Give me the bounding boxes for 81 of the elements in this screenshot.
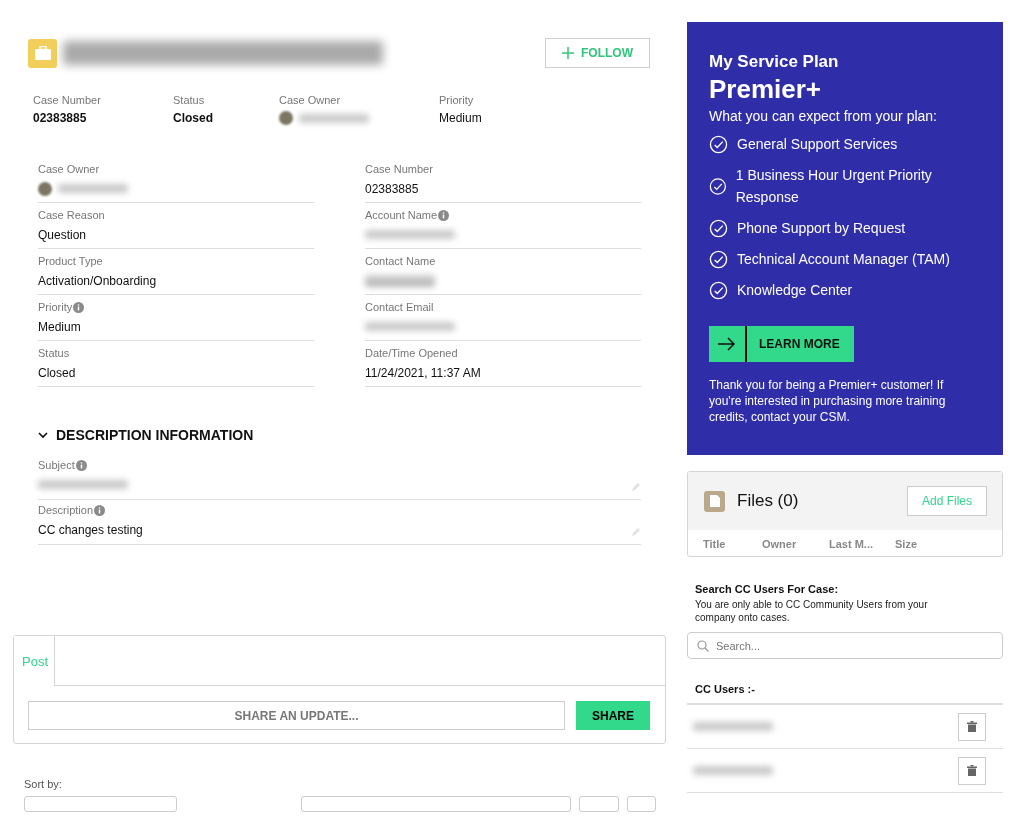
- field-value: 02383885: [365, 181, 419, 196]
- filter-button[interactable]: [579, 796, 619, 812]
- arrow-right-icon: [718, 337, 736, 351]
- field-label: Case Number: [33, 94, 102, 106]
- share-update-field[interactable]: SHARE AN UPDATE...: [28, 701, 565, 730]
- cc-search-field[interactable]: Search...: [687, 632, 1003, 659]
- field-value: Closed: [173, 111, 213, 125]
- plan-feature: Knowledge Center: [737, 281, 853, 300]
- briefcase-icon: [28, 38, 57, 68]
- info-icon: [75, 459, 87, 471]
- field-value: 11/24/2021, 11:37 AM: [365, 365, 481, 380]
- field-label: Description: [38, 504, 94, 516]
- check-circle-icon: [709, 249, 728, 269]
- column-header[interactable]: Owner: [762, 538, 829, 550]
- check-circle-icon: [709, 218, 728, 238]
- sort-dropdown[interactable]: [24, 796, 177, 812]
- plan-feature: Phone Support by Request: [737, 219, 906, 238]
- refresh-button[interactable]: [627, 796, 656, 812]
- delete-button[interactable]: [958, 712, 986, 741]
- field-label: Case Number: [365, 163, 433, 175]
- field-label: Account Name: [365, 209, 438, 221]
- field-value: CC changes testing: [38, 522, 143, 537]
- field-label: Priority: [38, 301, 73, 313]
- delete-button[interactable]: [958, 756, 986, 785]
- files-title: Files (0): [737, 491, 800, 511]
- field-label: Status: [173, 94, 206, 106]
- cc-search-note: You are only able to CC Community Users from your company onto cases.: [695, 598, 929, 624]
- plan-intro: What you can expect from your plan:: [709, 108, 938, 124]
- plus-icon: [562, 47, 574, 59]
- sort-label: Sort by:: [24, 778, 63, 790]
- field-label: Subject: [38, 459, 75, 471]
- field-label: Case Owner: [38, 163, 100, 175]
- info-icon: [73, 301, 85, 313]
- field-label: Product Type: [38, 255, 103, 267]
- plan-feature: Technical Account Manager (TAM): [737, 250, 950, 269]
- field-value: Activation/Onboarding: [38, 273, 157, 288]
- field-value: 02383885: [33, 111, 87, 125]
- plan-feature: General Support Services: [737, 135, 898, 154]
- pencil-icon[interactable]: [631, 482, 641, 492]
- cc-search-title: Search CC Users For Case:: [695, 583, 840, 595]
- avatar: [38, 181, 52, 196]
- follow-button[interactable]: FOLLOW: [545, 38, 650, 68]
- column-header[interactable]: Size: [895, 538, 935, 550]
- check-circle-icon: [709, 280, 728, 300]
- post-tab[interactable]: Post: [14, 636, 55, 686]
- trash-icon: [967, 721, 977, 732]
- info-icon: [94, 504, 106, 516]
- column-header[interactable]: Last M...: [829, 538, 895, 550]
- check-circle-icon: [709, 176, 727, 196]
- redacted-text: [58, 184, 128, 193]
- field-value: Closed: [38, 365, 76, 380]
- add-files-button[interactable]: Add Files: [906, 486, 987, 516]
- share-button[interactable]: SHARE: [576, 701, 650, 730]
- plan-name: Premier+: [709, 74, 823, 105]
- pencil-icon[interactable]: [631, 527, 641, 537]
- search-icon: [697, 640, 709, 652]
- info-icon: [438, 209, 450, 221]
- check-circle-icon: [709, 134, 728, 154]
- cc-users-title: CC Users :-: [687, 659, 1003, 705]
- field-label: Date/Time Opened: [365, 347, 458, 359]
- field-value: Question: [38, 227, 87, 242]
- section-title[interactable]: DESCRIPTION INFORMATION: [56, 427, 254, 443]
- field-label: Contact Name: [365, 255, 436, 267]
- plan-footer-text: Thank you for being a Premier+ customer! If you're interested in purchasing more training credits, contact your CSM.: [709, 377, 947, 425]
- field-label: Priority: [439, 94, 475, 106]
- learn-more-button[interactable]: LEARN MORE: [709, 326, 854, 362]
- field-label: Case Reason: [38, 209, 105, 221]
- plan-heading: My Service Plan: [709, 52, 840, 72]
- trash-icon: [967, 765, 977, 776]
- field-label: Status: [38, 347, 70, 359]
- plan-feature: 1 Business Hour Urgent Priority Response: [735, 166, 933, 207]
- file-icon: [704, 490, 725, 512]
- field-label: Contact Email: [365, 301, 434, 313]
- column-header[interactable]: Title: [703, 538, 762, 550]
- redacted-text: [299, 113, 369, 123]
- field-value: Medium: [439, 111, 482, 125]
- field-value: Medium: [38, 319, 81, 334]
- redacted-link[interactable]: [365, 275, 435, 286]
- field-label: Case Owner: [279, 94, 342, 106]
- avatar: [279, 111, 293, 125]
- feed-search-field[interactable]: [301, 796, 571, 812]
